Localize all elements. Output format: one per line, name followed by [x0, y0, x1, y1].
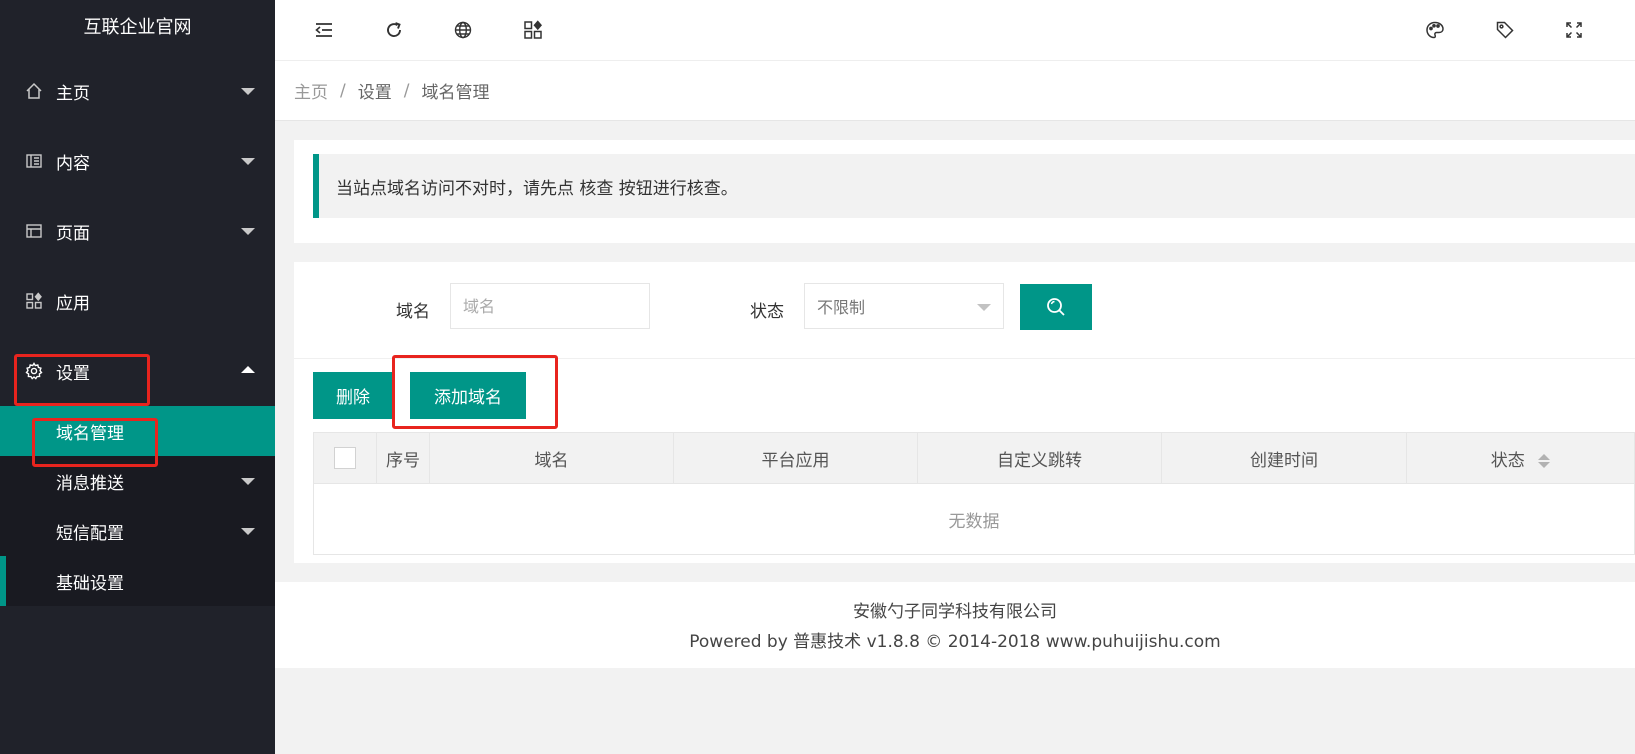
- search-button[interactable]: [1020, 284, 1092, 330]
- column-header-status-label: 状态: [1490, 450, 1525, 471]
- chevron-down-icon: [241, 478, 255, 485]
- sidebar-item-settings[interactable]: 设置: [0, 336, 275, 406]
- content-icon: [24, 151, 44, 171]
- column-header-custom-redirect: 自定义跳转: [917, 432, 1162, 484]
- globe-icon[interactable]: [450, 17, 476, 43]
- delete-button[interactable]: 删除: [313, 372, 393, 419]
- top-header: [275, 0, 1635, 61]
- chevron-down-icon: [241, 88, 255, 95]
- sidebar-item-label: 应用: [56, 293, 90, 314]
- column-header-platform-app: 平台应用: [673, 432, 918, 484]
- footer: 安徽勺子同学科技有限公司 Powered by 普惠技术 v1.8.8 © 20…: [275, 582, 1635, 668]
- footer-powered-by: Powered by 普惠技术 v1.8.8 © 2014-2018 www.p…: [689, 632, 1221, 652]
- sidebar-subitem-label: 消息推送: [56, 473, 124, 494]
- table-header-row: 序号 域名 平台应用 自定义跳转 创建时间 状态: [313, 432, 1635, 484]
- sidebar-subitem-label: 基础设置: [56, 573, 124, 594]
- breadcrumb-separator: /: [403, 80, 410, 101]
- menu-collapse-icon[interactable]: [311, 17, 337, 43]
- breadcrumb-current: 域名管理: [421, 83, 490, 103]
- breadcrumb-settings[interactable]: 设置: [358, 78, 392, 103]
- domain-input[interactable]: [450, 283, 650, 329]
- fullscreen-icon[interactable]: [1561, 17, 1587, 43]
- search-form: 域名 状态 不限制: [294, 262, 1635, 359]
- status-label: 状态: [750, 302, 784, 322]
- table-empty-row: 无数据: [313, 483, 1635, 555]
- breadcrumb-separator: /: [340, 80, 346, 101]
- footer-company: 安徽勺子同学科技有限公司: [853, 602, 1057, 622]
- column-header-status[interactable]: 状态: [1406, 432, 1635, 484]
- chevron-down-icon: [977, 304, 991, 311]
- notice-card: 当站点域名访问不对时，请先点 核查 按钮进行核查。: [294, 140, 1635, 243]
- select-all-checkbox[interactable]: [334, 447, 356, 469]
- sidebar-subitem-label: 短信配置: [56, 523, 124, 544]
- chevron-down-icon: [241, 158, 255, 165]
- sidebar-subitem-message-push[interactable]: 消息推送: [0, 456, 275, 506]
- sort-icon[interactable]: [1538, 453, 1551, 468]
- apps-icon[interactable]: [520, 17, 546, 43]
- sidebar-item-home[interactable]: 主页: [0, 56, 275, 126]
- column-header-domain: 域名: [429, 432, 674, 484]
- sidebar-item-label: 设置: [56, 363, 90, 384]
- column-header-created-time: 创建时间: [1161, 432, 1407, 484]
- sidebar: 互联企业官网 主页 内容 页面 应用 设置 域名管理 消息推送 短信配置 基础设…: [0, 0, 275, 754]
- sidebar-item-content[interactable]: 内容: [0, 126, 275, 196]
- sidebar-subitem-basic-settings[interactable]: 基础设置: [0, 556, 275, 606]
- column-header-index: 序号: [376, 432, 430, 484]
- chevron-down-icon: [241, 228, 255, 235]
- apps-icon: [24, 291, 44, 311]
- home-icon: [24, 81, 44, 101]
- table-empty-text: 无数据: [313, 483, 1635, 555]
- notice-blockquote: 当站点域名访问不对时，请先点 核查 按钮进行核查。: [313, 154, 1635, 218]
- sidebar-item-page[interactable]: 页面: [0, 196, 275, 266]
- tag-icon[interactable]: [1492, 17, 1518, 43]
- status-select-value: 不限制: [817, 298, 866, 317]
- select-all-cell: [313, 432, 377, 484]
- refresh-icon[interactable]: [381, 17, 407, 43]
- settings-submenu: 域名管理 消息推送 短信配置 基础设置: [0, 406, 275, 606]
- gear-icon: [24, 361, 44, 381]
- domain-table: 序号 域名 平台应用 自定义跳转 创建时间 状态 无数据: [313, 432, 1635, 555]
- sidebar-subitem-label: 域名管理: [56, 423, 124, 444]
- sidebar-subitem-sms-config[interactable]: 短信配置: [0, 506, 275, 556]
- domain-list-card: 域名 状态 不限制 删除 添加域名 序号 域名 平台应用 自定义跳转 创建时间: [294, 262, 1635, 563]
- app-logo: 互联企业官网: [83, 17, 192, 38]
- sidebar-item-label: 主页: [56, 83, 90, 104]
- status-select[interactable]: 不限制: [804, 283, 1004, 329]
- chevron-down-icon: [241, 528, 255, 535]
- breadcrumb: 主页 / 设置 / 域名管理: [275, 61, 1635, 121]
- sidebar-item-label: 内容: [56, 153, 90, 174]
- add-domain-button[interactable]: 添加域名: [410, 372, 526, 419]
- domain-label: 域名: [396, 302, 430, 322]
- chevron-up-icon: [241, 366, 255, 373]
- breadcrumb-home[interactable]: 主页: [294, 78, 328, 103]
- sidebar-subitem-domain-management[interactable]: 域名管理: [0, 406, 275, 456]
- page-icon: [24, 221, 44, 241]
- sidebar-item-apps[interactable]: 应用: [0, 266, 275, 336]
- search-icon: [1047, 298, 1065, 316]
- palette-icon[interactable]: [1422, 17, 1448, 43]
- sidebar-item-label: 页面: [56, 223, 90, 244]
